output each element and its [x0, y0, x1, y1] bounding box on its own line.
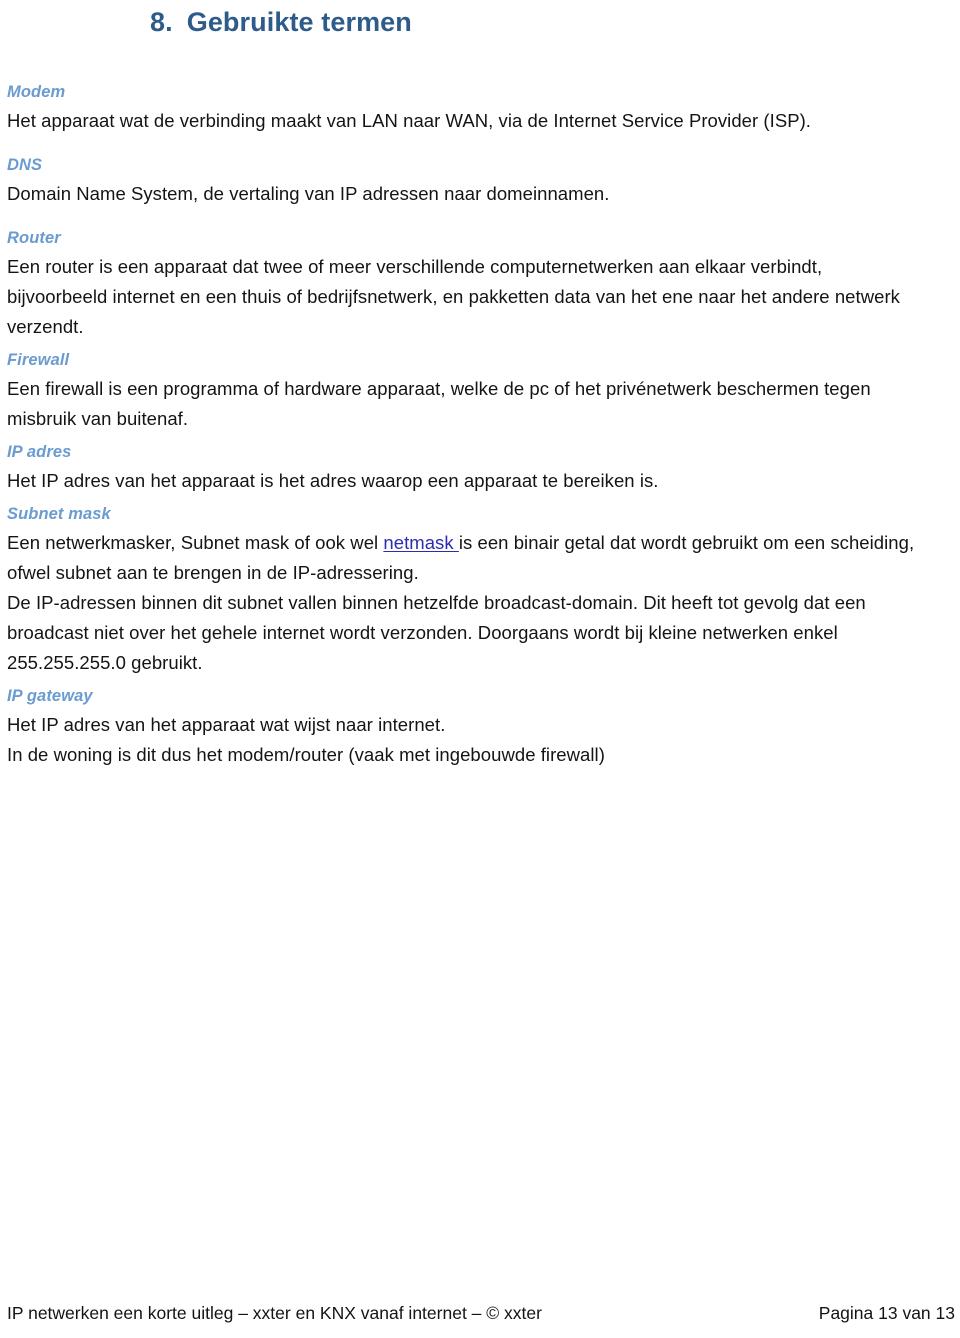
chapter-number: 8.	[150, 7, 173, 37]
term-body-ip-adres: Het IP adres van het apparaat is het adr…	[7, 470, 659, 491]
page-footer: IP netwerken een korte uitleg – xxter en…	[7, 1298, 955, 1328]
term-heading-dns: DNS	[7, 156, 43, 174]
footer-document-title: IP netwerken een korte uitleg – xxter en…	[7, 1303, 542, 1323]
subnet-text-before-link: Een netwerkmasker, Subnet mask of ook we…	[7, 532, 384, 553]
footer-page-number: Pagina 13 van 13	[818, 1303, 955, 1323]
term-body-modem: Het apparaat wat de verbinding maakt van…	[7, 110, 812, 131]
netmask-link[interactable]: netmask	[383, 532, 458, 553]
page-title: 8. Gebruikte termen	[7, 0, 919, 44]
term-body-firewall: Een firewall is een programma of hardwar…	[7, 378, 871, 429]
term-heading-ip-adres: IP adres	[7, 443, 72, 461]
title-spacer	[7, 44, 919, 78]
term-heading-firewall: Firewall	[7, 351, 70, 369]
term-heading-ip-gateway: IP gateway	[7, 687, 93, 705]
term-body-router: Een router is een apparaat dat twee of m…	[7, 256, 900, 337]
term-body-subnet-mask-2: De IP-adressen binnen dit subnet vallen …	[7, 592, 866, 673]
term-body-ip-gateway-2: In de woning is dit dus het modem/router…	[7, 744, 605, 765]
document-content: 8. Gebruikte termen Modem Het apparaat w…	[7, 0, 919, 770]
term-body-ip-gateway-1: Het IP adres van het apparaat wat wijst …	[7, 714, 446, 735]
document-page: 8. Gebruikte termen Modem Het apparaat w…	[0, 0, 960, 1338]
term-heading-subnet-mask: Subnet mask	[7, 505, 111, 523]
term-heading-modem: Modem	[7, 83, 66, 101]
chapter-title: Gebruikte termen	[186, 7, 412, 37]
term-body-subnet-mask-1: Een netwerkmasker, Subnet mask of ook we…	[7, 528, 919, 588]
term-body-dns: Domain Name System, de vertaling van IP …	[7, 183, 610, 204]
term-heading-router: Router	[7, 229, 61, 247]
